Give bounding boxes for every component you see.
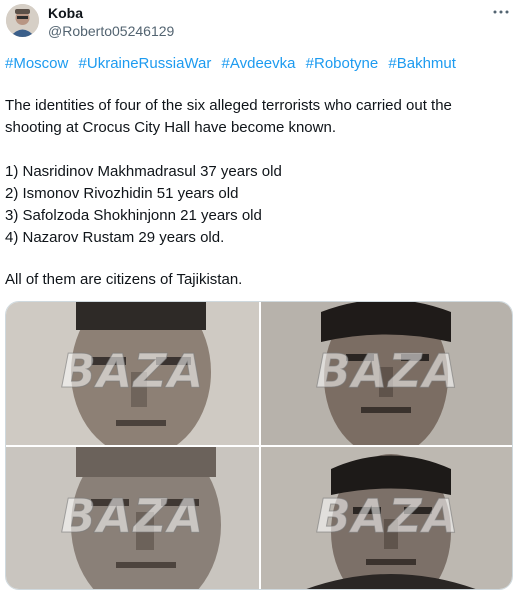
list-item: 2) Ismonov Rivozhidin 51 years old	[5, 185, 239, 202]
hashtag-link[interactable]: #Moscow	[5, 55, 68, 72]
hashtag-row: #Moscow #UkraineRussiaWar #Avdeevka #Rob…	[5, 55, 462, 72]
hashtag-link[interactable]: #UkraineRussiaWar	[79, 55, 212, 72]
list-item: 1) Nasridinov Makhmadrasul 37 years old	[5, 163, 282, 180]
watermark: BAZA	[60, 343, 205, 398]
author-name[interactable]: Koba	[48, 5, 83, 21]
closing-text: All of them are citizens of Tajikistan.	[5, 271, 243, 288]
photo-1[interactable]: BAZA	[6, 302, 259, 445]
photo-2[interactable]: BAZA	[261, 302, 512, 445]
avatar[interactable]	[6, 4, 39, 37]
tweet: Koba @Roberto05246129 #Moscow #UkraineRu…	[0, 0, 519, 596]
hashtag-link[interactable]: #Avdeevka	[222, 55, 296, 72]
more-dots-icon[interactable]	[492, 3, 510, 24]
watermark: BAZA	[315, 489, 460, 544]
photo-3[interactable]: BAZA	[6, 447, 259, 589]
list-item: 3) Safolzoda Shokhinjonn 21 years old	[5, 207, 262, 224]
hashtag-link[interactable]: #Robotyne	[306, 55, 379, 72]
author-handle[interactable]: @Roberto05246129	[48, 23, 174, 39]
media-grid[interactable]: BAZA BAZA BAZA BAZA	[5, 301, 513, 590]
watermark: BAZA	[315, 343, 460, 398]
watermark: BAZA	[60, 489, 205, 544]
tweet-text-line: The identities of four of the six allege…	[5, 97, 452, 114]
list-item: 4) Nazarov Rustam 29 years old.	[5, 229, 225, 246]
hashtag-link[interactable]: #Bakhmut	[388, 55, 456, 72]
photo-4[interactable]: BAZA	[261, 447, 512, 589]
tweet-text-line: shooting at Crocus City Hall have become…	[5, 119, 336, 136]
